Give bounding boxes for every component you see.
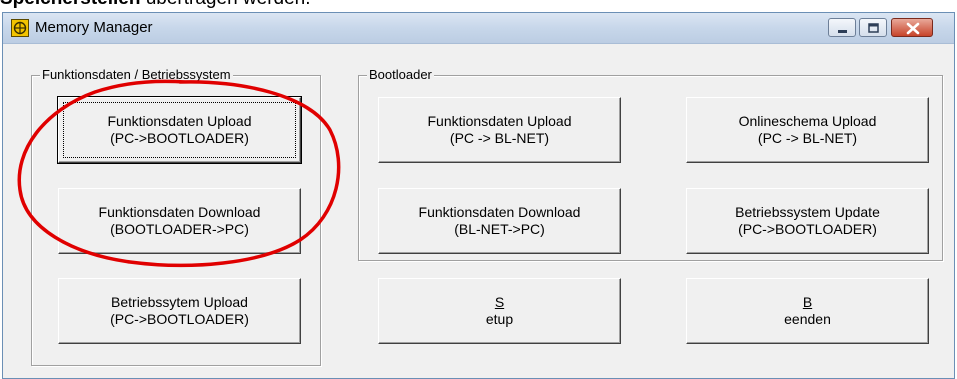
group-label-funktionsdaten: Funktionsdaten / Betriebssystem (40, 67, 233, 82)
memory-manager-window: Memory Manager Funktionsdaten / Betriebs… (2, 12, 955, 379)
button-label-line2: (BOOTLOADER->PC) (110, 221, 249, 237)
button-label-line2: (PC->BOOTLOADER) (110, 311, 249, 327)
close-icon (906, 22, 920, 35)
button-label-line1: Betriebssytem Upload (111, 294, 248, 310)
beenden-mnemonic: B (802, 294, 813, 310)
button-label-line1: Funktionsdaten Download (418, 204, 581, 220)
button-label-line1: Funktionsdaten Download (98, 204, 261, 220)
maximize-icon (868, 23, 879, 33)
document-caption: Speicherstellen übertragen werden. (0, 0, 311, 12)
window-client-area: Funktionsdaten / Betriebssystem Bootload… (3, 44, 954, 378)
funktionsdaten-upload-pc-bootloader-button[interactable]: Funktionsdaten Upload (PC->BOOTLOADER) (57, 96, 302, 164)
betriebssytem-upload-button[interactable]: Betriebssytem Upload (PC->BOOTLOADER) (58, 278, 301, 344)
close-button[interactable] (891, 18, 933, 37)
setup-label-rest: etup (485, 311, 514, 327)
onlineschema-upload-button[interactable]: Onlineschema Upload (PC -> BL-NET) (686, 97, 929, 163)
beenden-label: Beenden (784, 294, 831, 328)
setup-label: Setup (486, 294, 513, 328)
button-label-line1: Funktionsdaten Upload (427, 113, 572, 129)
beenden-label-rest: eenden (784, 311, 831, 327)
funktionsdaten-download-bootloader-pc-button[interactable]: Funktionsdaten Download (BOOTLOADER->PC) (58, 188, 301, 254)
button-label-line1: Betriebssystem Update (735, 204, 880, 220)
title-bar[interactable]: Memory Manager (3, 13, 954, 44)
setup-button[interactable]: Setup (378, 278, 621, 344)
caption-rest: übertragen werden. (140, 0, 311, 9)
app-icon[interactable] (11, 19, 29, 37)
window-title: Memory Manager (35, 19, 153, 36)
funktionsdaten-download-blnet-pc-button[interactable]: Funktionsdaten Download (BL-NET->PC) (378, 188, 621, 254)
button-label-line2: (PC->BOOTLOADER) (738, 221, 877, 237)
minimize-icon (838, 30, 847, 33)
betriebssystem-update-button[interactable]: Betriebssystem Update (PC->BOOTLOADER) (686, 188, 929, 254)
setup-mnemonic: S (494, 294, 505, 310)
focus-rectangle (63, 102, 296, 158)
beenden-button[interactable]: Beenden (686, 278, 929, 344)
group-label-bootloader: Bootloader (367, 67, 434, 82)
maximize-button[interactable] (859, 18, 887, 37)
button-label-line2: (BL-NET->PC) (454, 221, 545, 237)
funktionsdaten-upload-pc-blnet-button[interactable]: Funktionsdaten Upload (PC -> BL-NET) (378, 97, 621, 163)
minimize-button[interactable] (828, 18, 856, 37)
button-label-line2: (PC -> BL-NET) (757, 130, 858, 146)
caption-bold: Speicherstellen (0, 0, 140, 9)
button-label-line1: Onlineschema Upload (738, 113, 877, 129)
button-label-line2: (PC -> BL-NET) (449, 130, 550, 146)
